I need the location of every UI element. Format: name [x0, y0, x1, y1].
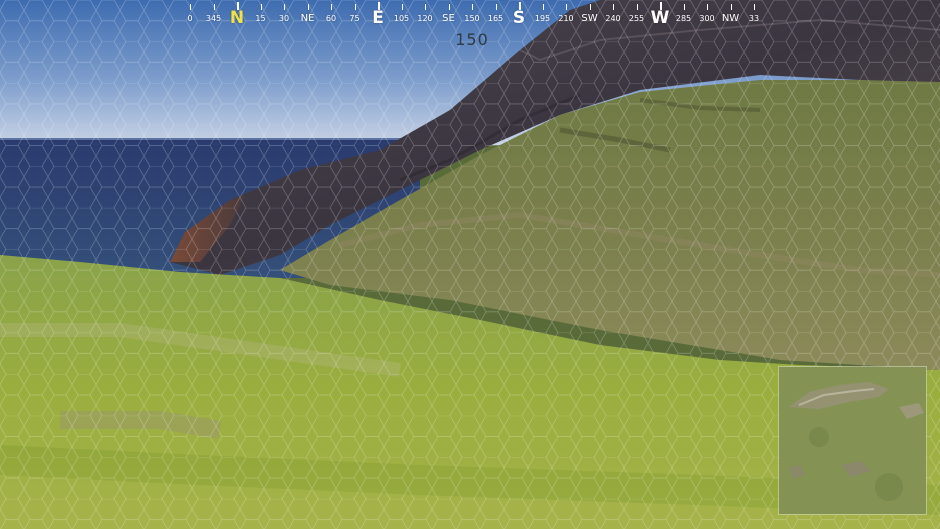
compass-label-n: N [229, 8, 245, 28]
compass-tick [331, 4, 332, 10]
compass-label-s: S [512, 8, 526, 28]
compass-label-300: 300 [699, 14, 715, 23]
compass-label-285: 285 [675, 14, 692, 23]
compass-tick [542, 4, 544, 10]
compass-label-sw: SW [581, 13, 598, 24]
heading-readout: 150 [455, 30, 489, 49]
compass-tick [683, 4, 685, 10]
compass-label-se: SE [442, 13, 455, 24]
compass-tick [589, 4, 591, 10]
compass-tick [354, 4, 356, 10]
compass-label-30: 30 [278, 14, 290, 23]
compass-label-150: 150 [464, 14, 480, 23]
minimap[interactable] [778, 366, 927, 515]
compass-tick [448, 4, 450, 10]
compass-label-120: 120 [417, 14, 433, 23]
compass-tick [401, 4, 403, 10]
compass-tick [566, 4, 567, 10]
compass-tick [284, 4, 285, 10]
minimap-terrain-icon [779, 367, 926, 514]
compass-label-33: 33 [748, 14, 760, 23]
compass-label-60: 60 [325, 14, 337, 23]
compass-label-75: 75 [349, 14, 360, 23]
compass-label-210: 210 [558, 14, 574, 23]
compass-label-195: 195 [534, 14, 551, 23]
compass-label-nw: NW [721, 13, 740, 24]
compass-tick [754, 4, 755, 10]
compass-tick [495, 4, 497, 10]
game-viewport[interactable]: 0 345 N 15 30 NE 60 75 E 105 120 SE 150 165 S 195 210 SW 2… [0, 0, 940, 529]
compass-label-15: 15 [255, 14, 266, 23]
compass-label-e: E [372, 8, 384, 28]
compass-tick [260, 4, 262, 10]
compass-label-ne: NE [300, 13, 315, 24]
compass-tick [730, 4, 732, 10]
compass-bar: 0 345 N 15 30 NE 60 75 E 105 120 SE 150 165 S 195 210 SW 2… [180, 0, 770, 30]
compass-tick [707, 4, 708, 10]
compass-tick [307, 4, 309, 10]
compass-label-255: 255 [628, 14, 645, 23]
compass-tick [425, 4, 426, 10]
compass-label-w: W [650, 8, 670, 28]
compass-label-105: 105 [393, 14, 410, 23]
compass-label-345: 345 [205, 14, 222, 23]
compass-tick [190, 4, 191, 10]
compass-label-0: 0 [187, 14, 193, 23]
compass-tick [636, 4, 638, 10]
compass-tick [613, 4, 614, 10]
compass-tick [213, 4, 215, 10]
compass-label-240: 240 [605, 14, 621, 23]
compass-label-165: 165 [487, 14, 504, 23]
compass-tick [472, 4, 473, 10]
